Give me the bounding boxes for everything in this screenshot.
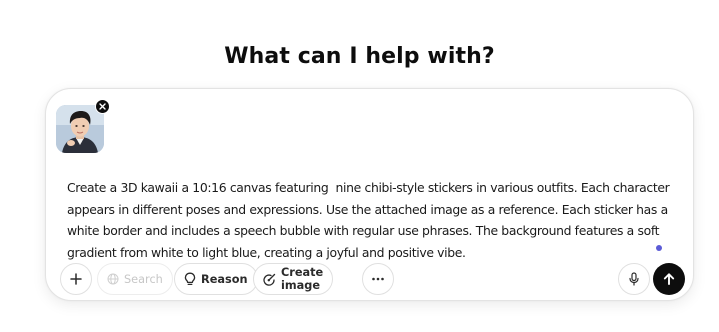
prompt-input[interactable]: Create a 3D kawaii a 10:16 canvas featur… xyxy=(67,177,677,263)
create-image-button[interactable]: Create image xyxy=(253,263,334,295)
create-image-label: Create image xyxy=(281,266,324,292)
plus-icon xyxy=(70,273,82,285)
page-title: What can I help with? xyxy=(224,44,495,69)
lightbulb-icon xyxy=(184,272,196,286)
attachment[interactable] xyxy=(56,99,110,153)
reason-label: Reason xyxy=(201,272,248,286)
composer[interactable]: Create a 3D kawaii a 10:16 canvas featur… xyxy=(45,88,694,301)
send-button[interactable] xyxy=(653,263,685,295)
close-icon xyxy=(99,103,106,110)
add-button[interactable] xyxy=(60,263,92,295)
microphone-icon xyxy=(629,272,639,286)
voice-input-button[interactable] xyxy=(618,263,650,295)
search-button[interactable]: Search xyxy=(97,263,173,295)
globe-icon xyxy=(107,273,119,285)
search-label: Search xyxy=(124,272,163,286)
remove-attachment-button[interactable] xyxy=(95,99,110,114)
status-dot xyxy=(656,245,662,251)
paint-brush-icon xyxy=(263,273,276,286)
ellipsis-icon xyxy=(372,277,384,281)
more-options-button[interactable] xyxy=(362,263,394,295)
reason-button[interactable]: Reason xyxy=(174,263,258,295)
arrow-up-icon xyxy=(663,273,675,285)
